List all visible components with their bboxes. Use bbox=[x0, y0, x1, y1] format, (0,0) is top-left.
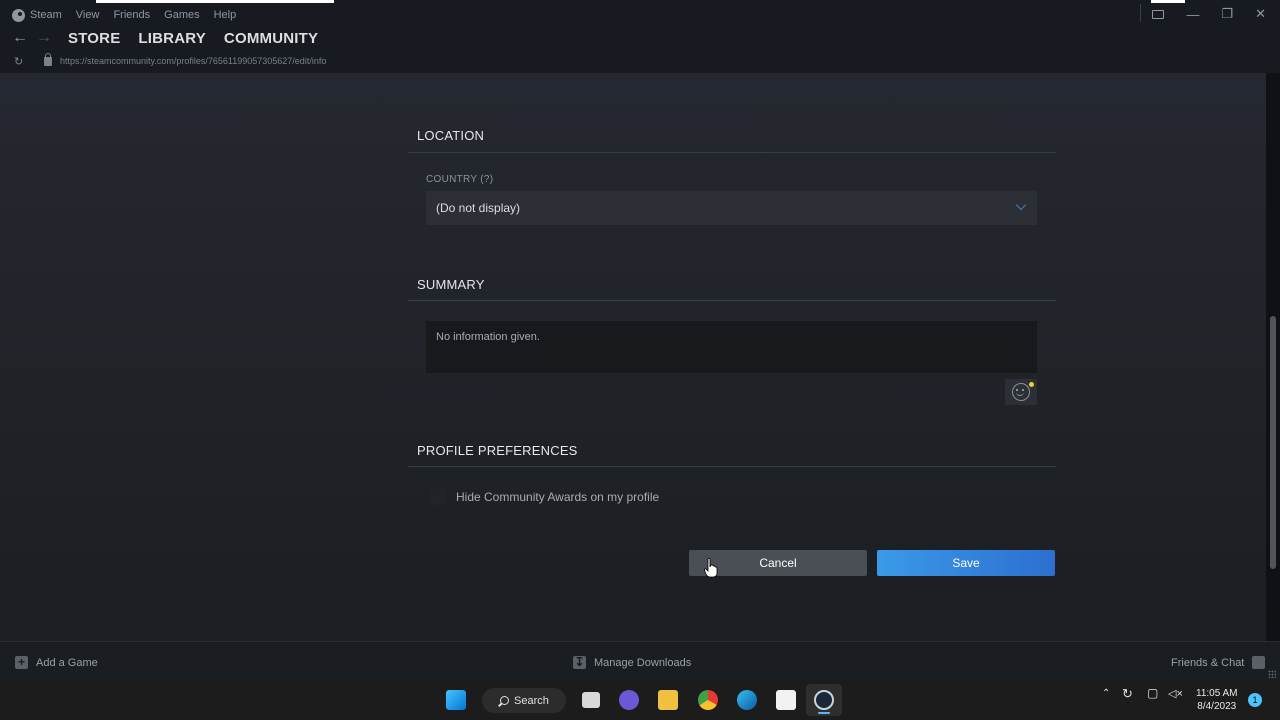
search-icon bbox=[500, 696, 509, 705]
friends-icon bbox=[1252, 656, 1266, 669]
notification-dot bbox=[1029, 382, 1034, 387]
resize-grip[interactable] bbox=[1268, 670, 1276, 678]
clock-date: 8/4/2023 bbox=[1197, 701, 1237, 712]
sync-icon[interactable]: ↻ bbox=[1122, 686, 1133, 702]
tab-community[interactable]: COMMUNITY bbox=[224, 30, 318, 47]
file-explorer-icon[interactable] bbox=[658, 690, 678, 710]
url-text[interactable]: https://steamcommunity.com/profiles/7656… bbox=[60, 56, 326, 66]
preferences-heading: PROFILE PREFERENCES bbox=[417, 443, 578, 458]
steam-logo-icon bbox=[12, 8, 25, 22]
country-label[interactable]: COUNTRY (?) bbox=[426, 174, 493, 185]
menu-view[interactable]: View bbox=[76, 9, 100, 21]
menu-friends[interactable]: Friends bbox=[113, 9, 150, 21]
summary-textarea[interactable]: No information given. bbox=[426, 321, 1037, 373]
window-controls: — ❐ ✕ bbox=[1140, 4, 1266, 22]
windows-start-icon[interactable] bbox=[446, 690, 466, 710]
hide-awards-checkbox[interactable] bbox=[430, 489, 446, 505]
url-bar: ↻ https://steamcommunity.com/profiles/76… bbox=[14, 52, 326, 68]
tab-library[interactable]: LIBRARY bbox=[138, 30, 206, 47]
title-highlight bbox=[96, 0, 334, 3]
maximize-icon[interactable]: ❐ bbox=[1221, 6, 1233, 22]
country-value: (Do not display) bbox=[436, 201, 521, 215]
manage-downloads-label: Manage Downloads bbox=[594, 656, 692, 669]
divider bbox=[408, 152, 1056, 153]
windows-taskbar: Search ⌃ ↻ ▢ ◁× 11:05 AM 8/4/2023 1 bbox=[0, 680, 1280, 720]
volume-muted-icon[interactable]: ◁× bbox=[1168, 687, 1183, 700]
friends-chat-label: Friends & Chat bbox=[1171, 656, 1245, 669]
lock-icon bbox=[44, 52, 52, 66]
title-bar: Steam View Friends Games Help ← → STORE … bbox=[0, 0, 1280, 73]
task-view-icon[interactable] bbox=[582, 692, 600, 708]
scrollbar[interactable] bbox=[1266, 73, 1280, 641]
divider bbox=[408, 300, 1056, 301]
hide-awards-label[interactable]: Hide Community Awards on my profile bbox=[456, 490, 659, 504]
taskbar-search[interactable]: Search bbox=[482, 688, 566, 713]
menu-games[interactable]: Games bbox=[164, 9, 199, 21]
download-icon: ↧ bbox=[573, 655, 586, 669]
add-game-label: Add a Game bbox=[36, 656, 98, 669]
steam-icon bbox=[814, 690, 834, 710]
forward-arrow-icon[interactable]: → bbox=[36, 29, 60, 47]
hand-cursor-icon bbox=[704, 558, 718, 578]
save-button[interactable]: Save bbox=[877, 550, 1055, 576]
menu-steam[interactable]: Steam bbox=[30, 9, 62, 21]
plus-icon: + bbox=[15, 656, 28, 669]
friends-chat-button[interactable]: Friends & Chat bbox=[1171, 656, 1266, 669]
emoticon-button[interactable] bbox=[1005, 379, 1037, 405]
add-game-button[interactable]: + Add a Game bbox=[15, 656, 98, 669]
nav-row: ← → STORE LIBRARY COMMUNITY bbox=[12, 28, 318, 48]
menu-help[interactable]: Help bbox=[214, 9, 237, 21]
tab-store[interactable]: STORE bbox=[68, 30, 120, 47]
store-icon[interactable] bbox=[776, 690, 796, 710]
chevron-down-icon bbox=[1015, 199, 1027, 211]
scrollbar-thumb[interactable] bbox=[1270, 316, 1276, 569]
clock-time: 11:05 AM bbox=[1196, 688, 1238, 699]
location-heading: LOCATION bbox=[417, 128, 485, 143]
teams-chat-icon[interactable] bbox=[619, 690, 639, 710]
edit-profile-panel: LOCATION COUNTRY (?) (Do not display) SU… bbox=[408, 73, 1056, 641]
reload-icon[interactable]: ↻ bbox=[14, 55, 30, 68]
divider bbox=[1140, 4, 1142, 22]
steam-footer: + Add a Game ↧ Manage Downloads Friends … bbox=[0, 641, 1280, 680]
page-content: LOCATION COUNTRY (?) (Do not display) SU… bbox=[0, 73, 1266, 641]
menu-bar: Steam View Friends Games Help bbox=[12, 7, 250, 23]
network-icon[interactable]: ▢ bbox=[1147, 686, 1158, 700]
manage-downloads-button[interactable]: ↧ Manage Downloads bbox=[573, 656, 691, 669]
edge-icon[interactable] bbox=[737, 690, 757, 710]
back-arrow-icon[interactable]: ← bbox=[12, 29, 36, 47]
system-clock[interactable]: 11:05 AM 8/4/2023 bbox=[1196, 687, 1238, 713]
notification-badge[interactable]: 1 bbox=[1248, 693, 1262, 707]
tray-overflow-icon[interactable]: ⌃ bbox=[1102, 688, 1110, 699]
search-label: Search bbox=[514, 694, 549, 707]
country-select[interactable]: (Do not display) bbox=[426, 191, 1037, 225]
close-icon[interactable]: ✕ bbox=[1255, 6, 1266, 22]
chrome-icon[interactable] bbox=[698, 690, 718, 710]
summary-heading: SUMMARY bbox=[417, 277, 485, 292]
title-highlight bbox=[1151, 0, 1185, 3]
divider bbox=[408, 466, 1056, 467]
smiley-icon bbox=[1012, 383, 1030, 401]
big-picture-icon[interactable] bbox=[1152, 9, 1165, 19]
minimize-icon[interactable]: — bbox=[1186, 7, 1199, 22]
hide-awards-option[interactable]: Hide Community Awards on my profile bbox=[430, 489, 659, 505]
